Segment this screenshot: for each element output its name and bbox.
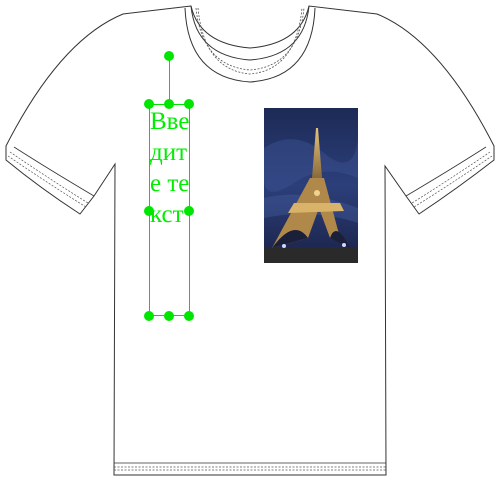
design-canvas[interactable]: Введите текст [0, 0, 500, 496]
resize-handle-bottom-right[interactable] [184, 311, 194, 321]
resize-handle-bottom-center[interactable] [164, 311, 174, 321]
rotate-connector [169, 56, 170, 104]
tshirt-template [5, 5, 495, 476]
rotate-handle[interactable] [164, 51, 174, 61]
resize-handle-middle-left[interactable] [144, 206, 154, 216]
resize-handle-bottom-left[interactable] [144, 311, 154, 321]
resize-handle-top-right[interactable] [184, 99, 194, 109]
resize-handle-middle-right[interactable] [184, 206, 194, 216]
tshirt-outline [5, 5, 495, 476]
eiffel-tower-photo[interactable] [264, 108, 358, 263]
resize-handle-top-center[interactable] [164, 99, 174, 109]
resize-handle-top-left[interactable] [144, 99, 154, 109]
